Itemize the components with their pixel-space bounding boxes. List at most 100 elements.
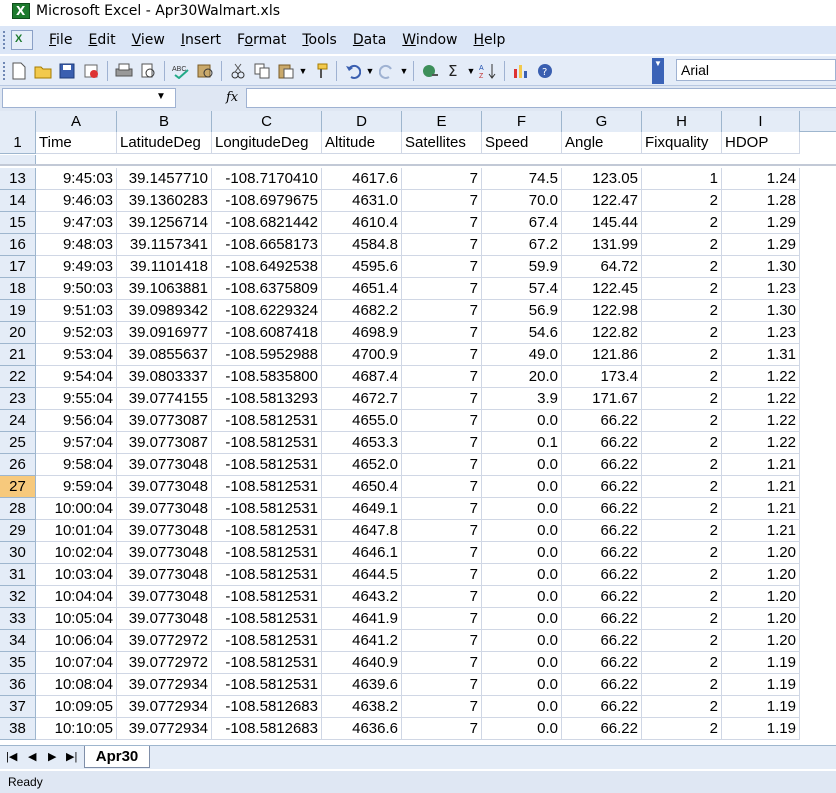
cell-i[interactable]: 1.19	[722, 718, 800, 740]
cell-f[interactable]: 0.0	[482, 454, 562, 476]
column-header-g[interactable]: G	[562, 111, 642, 132]
row-header[interactable]: 20	[0, 322, 36, 344]
cell-b[interactable]: 39.1360283	[117, 190, 212, 212]
cell-c[interactable]: -108.6087418	[212, 322, 322, 344]
cell-c[interactable]: -108.6979675	[212, 190, 322, 212]
cell-c[interactable]: -108.5952988	[212, 344, 322, 366]
cell-i[interactable]: 1.19	[722, 674, 800, 696]
row-header[interactable]: 17	[0, 256, 36, 278]
cell-b[interactable]: 39.0916977	[117, 322, 212, 344]
cell-i[interactable]: 1.21	[722, 520, 800, 542]
header-cell-e[interactable]: Satellites	[402, 132, 482, 154]
save-icon[interactable]	[56, 60, 78, 82]
cell-h[interactable]: 2	[642, 410, 722, 432]
menu-tools[interactable]: Tools	[294, 32, 345, 48]
cell-i[interactable]: 1.20	[722, 586, 800, 608]
header-cell-c[interactable]: LongitudeDeg	[212, 132, 322, 154]
cell-e[interactable]: 7	[402, 388, 482, 410]
header-cell-g[interactable]: Angle	[562, 132, 642, 154]
header-cell-a[interactable]: Time	[36, 132, 117, 154]
cell-a[interactable]: 10:07:04	[36, 652, 117, 674]
cell-b[interactable]: 39.0773087	[117, 432, 212, 454]
autosum-icon[interactable]: Σ	[443, 60, 465, 82]
cell-h[interactable]: 2	[642, 234, 722, 256]
row-header[interactable]: 19	[0, 300, 36, 322]
menu-view[interactable]: View	[124, 32, 173, 48]
cell-i[interactable]: 1.20	[722, 630, 800, 652]
cell-e[interactable]: 7	[402, 344, 482, 366]
cell-f[interactable]: 0.0	[482, 718, 562, 740]
cell-a[interactable]: 9:51:03	[36, 300, 117, 322]
cell-e[interactable]: 7	[402, 586, 482, 608]
cell-h[interactable]: 2	[642, 652, 722, 674]
cell-h[interactable]: 2	[642, 630, 722, 652]
cell-b[interactable]: 39.0773048	[117, 498, 212, 520]
prev-sheet-icon[interactable]: ◀	[28, 750, 36, 763]
cell-d[interactable]: 4687.4	[322, 366, 402, 388]
cell-f[interactable]: 56.9	[482, 300, 562, 322]
cell-e[interactable]: 7	[402, 564, 482, 586]
column-header-c[interactable]: C	[212, 111, 322, 132]
first-sheet-icon[interactable]: |◀	[6, 750, 17, 763]
redo-icon[interactable]	[376, 60, 398, 82]
cell-h[interactable]: 2	[642, 608, 722, 630]
cell-i[interactable]: 1.22	[722, 432, 800, 454]
cell-h[interactable]: 2	[642, 696, 722, 718]
cell-h[interactable]: 2	[642, 322, 722, 344]
cell-g[interactable]: 123.05	[562, 168, 642, 190]
cell-g[interactable]: 66.22	[562, 696, 642, 718]
cell-a[interactable]: 10:06:04	[36, 630, 117, 652]
cell-f[interactable]: 0.0	[482, 476, 562, 498]
name-box-dropdown-icon[interactable]: ▼	[156, 91, 166, 102]
row-header[interactable]: 15	[0, 212, 36, 234]
column-header-d[interactable]: D	[322, 111, 402, 132]
research-icon[interactable]	[194, 60, 216, 82]
cell-h[interactable]: 2	[642, 366, 722, 388]
cell-c[interactable]: -108.5812531	[212, 454, 322, 476]
cell-g[interactable]: 171.67	[562, 388, 642, 410]
cell-h[interactable]: 2	[642, 256, 722, 278]
cell-g[interactable]: 66.22	[562, 564, 642, 586]
cell-e[interactable]: 7	[402, 234, 482, 256]
cell-i[interactable]: 1.20	[722, 608, 800, 630]
cell-f[interactable]: 0.0	[482, 542, 562, 564]
cell-b[interactable]: 39.0773048	[117, 542, 212, 564]
cell-g[interactable]: 122.82	[562, 322, 642, 344]
name-box[interactable]	[2, 88, 176, 108]
cell-i[interactable]: 1.19	[722, 696, 800, 718]
cell-i[interactable]: 1.22	[722, 366, 800, 388]
cell-d[interactable]: 4655.0	[322, 410, 402, 432]
cell-c[interactable]: -108.5835800	[212, 366, 322, 388]
cell-d[interactable]: 4649.1	[322, 498, 402, 520]
cell-e[interactable]: 7	[402, 300, 482, 322]
cell-c[interactable]: -108.5813293	[212, 388, 322, 410]
cell-a[interactable]: 9:52:03	[36, 322, 117, 344]
cell-d[interactable]: 4643.2	[322, 586, 402, 608]
cell-b[interactable]: 39.0773048	[117, 586, 212, 608]
cell-e[interactable]: 7	[402, 454, 482, 476]
cell-b[interactable]: 39.0989342	[117, 300, 212, 322]
cell-c[interactable]: -108.5812531	[212, 542, 322, 564]
cell-g[interactable]: 66.22	[562, 718, 642, 740]
spelling-icon[interactable]: ABC	[170, 60, 192, 82]
menu-help[interactable]: Help	[466, 32, 514, 48]
cell-d[interactable]: 4700.9	[322, 344, 402, 366]
cell-i[interactable]: 1.29	[722, 234, 800, 256]
cell-i[interactable]: 1.30	[722, 300, 800, 322]
cell-e[interactable]: 7	[402, 168, 482, 190]
cell-b[interactable]: 39.0855637	[117, 344, 212, 366]
row-header[interactable]: 1	[0, 132, 36, 154]
menu-file[interactable]: File	[41, 32, 80, 48]
cell-e[interactable]: 7	[402, 278, 482, 300]
cell-b[interactable]: 39.0773048	[117, 564, 212, 586]
cell-b[interactable]: 39.0773048	[117, 520, 212, 542]
menu-window[interactable]: Window	[394, 32, 465, 48]
cell-d[interactable]: 4647.8	[322, 520, 402, 542]
cell-h[interactable]: 1	[642, 168, 722, 190]
cell-f[interactable]: 0.0	[482, 696, 562, 718]
cell-g[interactable]: 66.22	[562, 674, 642, 696]
cell-b[interactable]: 39.1457710	[117, 168, 212, 190]
cell-g[interactable]: 121.86	[562, 344, 642, 366]
sheet-tab-apr30[interactable]: Apr30	[84, 746, 150, 768]
cell-a[interactable]: 10:05:04	[36, 608, 117, 630]
